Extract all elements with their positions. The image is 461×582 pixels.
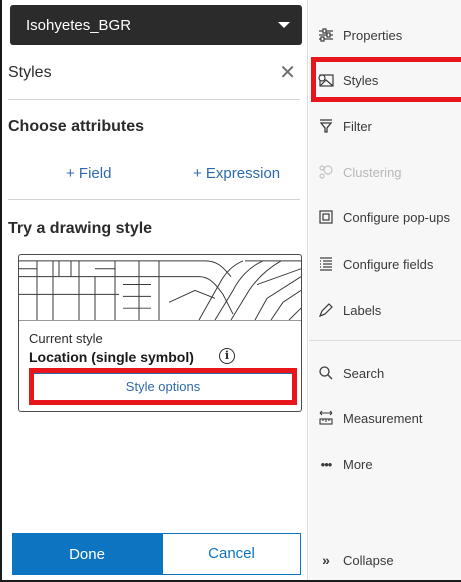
properties-icon: [317, 26, 335, 44]
nav-label: Clustering: [343, 164, 402, 180]
collapse-button[interactable]: » Collapse: [309, 545, 461, 575]
measurement-icon: [317, 409, 335, 427]
nav-item-properties[interactable]: Properties: [309, 20, 461, 50]
nav-item-search[interactable]: Search: [309, 358, 461, 388]
nav-label: Configure fields: [343, 256, 434, 272]
nav-item-configure-popups[interactable]: Configure pop-ups: [309, 202, 461, 232]
highlight-box-style-options: [29, 368, 297, 405]
nav-item-configure-fields[interactable]: Configure fields: [309, 249, 461, 279]
add-field-link[interactable]: + Field: [66, 165, 111, 182]
labels-icon: [317, 301, 335, 319]
nav-item-filter[interactable]: Filter: [309, 111, 461, 141]
divider: [8, 199, 300, 200]
nav-label: Labels: [343, 302, 382, 318]
chevron-down-icon: [278, 22, 290, 28]
clustering-icon: [317, 163, 335, 181]
nav-label: Configure pop-ups: [343, 209, 450, 225]
fields-icon: [317, 255, 335, 273]
drawing-style-heading: Try a drawing style: [8, 220, 153, 237]
styles-panel-header: Styles ✕: [8, 55, 300, 91]
more-icon: •••: [320, 456, 333, 472]
done-button[interactable]: Done: [12, 533, 162, 575]
nav-item-labels[interactable]: Labels: [309, 295, 461, 325]
choose-attributes-heading: Choose attributes: [8, 118, 145, 135]
nav-label: Properties: [343, 27, 403, 43]
cancel-button[interactable]: Cancel: [162, 533, 301, 575]
collapse-label: Collapse: [343, 552, 394, 568]
divider: [8, 99, 300, 100]
current-style-label: Current style: [29, 331, 103, 346]
nav-label: More: [343, 456, 373, 472]
info-icon[interactable]: i: [219, 348, 235, 364]
location-style-name: Location (single symbol): [29, 349, 194, 365]
filter-icon: [317, 117, 335, 135]
layer-selector[interactable]: Isohyetes_BGR: [10, 5, 302, 45]
panel-title: Styles: [8, 64, 52, 81]
layer-name: Isohyetes_BGR: [26, 16, 132, 34]
nav-item-more[interactable]: ••• More: [309, 449, 461, 479]
highlight-box-styles: [311, 57, 461, 102]
style-preview-map: [19, 260, 301, 321]
nav-label: Filter: [343, 118, 372, 134]
popup-icon: [317, 208, 335, 226]
collapse-icon: »: [322, 552, 330, 568]
close-icon[interactable]: ✕: [279, 63, 300, 83]
nav-separator: [309, 340, 461, 341]
nav-item-measurement[interactable]: Measurement: [309, 403, 461, 433]
nav-label: Measurement: [343, 410, 423, 426]
nav-item-clustering[interactable]: Clustering: [309, 157, 461, 187]
search-icon: [317, 364, 335, 382]
nav-label: Search: [343, 365, 385, 381]
add-expression-link[interactable]: + Expression: [193, 165, 280, 182]
